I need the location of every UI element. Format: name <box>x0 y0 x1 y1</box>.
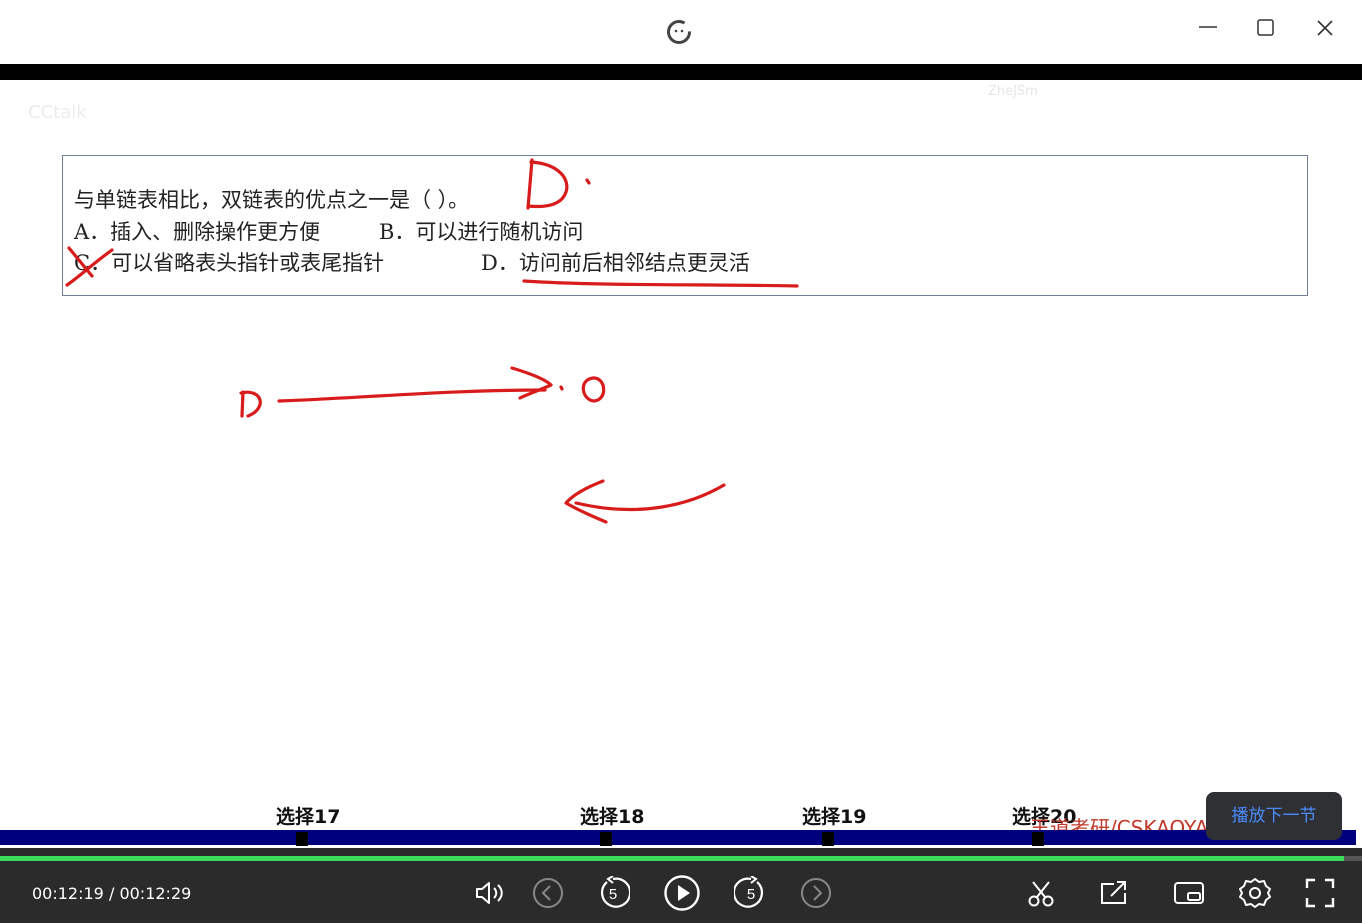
chapter-marker-18[interactable]: 选择18 <box>580 802 644 829</box>
chapter-bar <box>0 830 1356 845</box>
option-c: C．可以省略表头指针或表尾指针 <box>74 251 385 275</box>
chapter-tick <box>1032 832 1044 846</box>
play-icon[interactable] <box>663 874 701 912</box>
gear-icon[interactable] <box>1238 876 1272 910</box>
progress-fill <box>0 856 1345 861</box>
chapter-marker-17[interactable]: 选择17 <box>276 802 340 829</box>
title-bar <box>0 0 1362 64</box>
play-next-button[interactable]: 播放下一节 <box>1206 792 1342 840</box>
player-controls: 00:12:19 / 00:12:29 5 5 <box>0 848 1362 923</box>
time-separator: / <box>108 884 115 903</box>
rewind-5-icon[interactable]: 5 <box>596 876 630 910</box>
option-d: D．访问前后相邻结点更灵活 <box>481 251 750 275</box>
option-a: A．插入、删除操作更方便 <box>74 220 321 244</box>
time-display: 00:12:19 / 00:12:29 <box>32 884 191 903</box>
minimize-icon[interactable] <box>1194 14 1222 42</box>
cctalk-logo-icon <box>667 20 691 44</box>
chapter-tick <box>600 832 612 846</box>
letterbox-band <box>0 64 1362 80</box>
question-stem: 与单链表相比，双链表的优点之一是（ ）。 <box>74 188 470 212</box>
option-b: B．可以进行随机访问 <box>379 220 584 244</box>
forward-5-icon[interactable]: 5 <box>734 876 768 910</box>
previous-icon[interactable] <box>531 876 565 910</box>
maximize-icon[interactable] <box>1252 14 1280 42</box>
total-time: 00:12:29 <box>119 884 192 903</box>
chapter-tick <box>822 832 834 846</box>
app-watermark: CCtalk <box>28 102 87 123</box>
chapter-tick <box>296 832 308 846</box>
scissors-icon[interactable] <box>1024 876 1058 910</box>
chapter-marker-19[interactable]: 选择19 <box>802 802 866 829</box>
svg-text:5: 5 <box>747 886 755 903</box>
user-watermark: ZheJSm <box>988 84 1038 99</box>
next-icon[interactable] <box>799 876 833 910</box>
current-time: 00:12:19 <box>32 884 104 903</box>
volume-icon[interactable] <box>472 876 506 910</box>
share-icon[interactable] <box>1097 876 1131 910</box>
question-box: 与单链表相比，双链表的优点之一是（ ）。 A．插入、删除操作更方便 B．可以进行… <box>62 155 1308 296</box>
picture-in-picture-icon[interactable] <box>1172 876 1206 910</box>
close-icon[interactable] <box>1311 14 1339 42</box>
svg-text:5: 5 <box>609 886 617 903</box>
video-area[interactable]: CCtalk ZheJSm 与单链表相比，双链表的优点之一是（ ）。 A．插入、… <box>0 80 1362 850</box>
progress-track[interactable] <box>0 856 1362 861</box>
fullscreen-icon[interactable] <box>1303 876 1337 910</box>
